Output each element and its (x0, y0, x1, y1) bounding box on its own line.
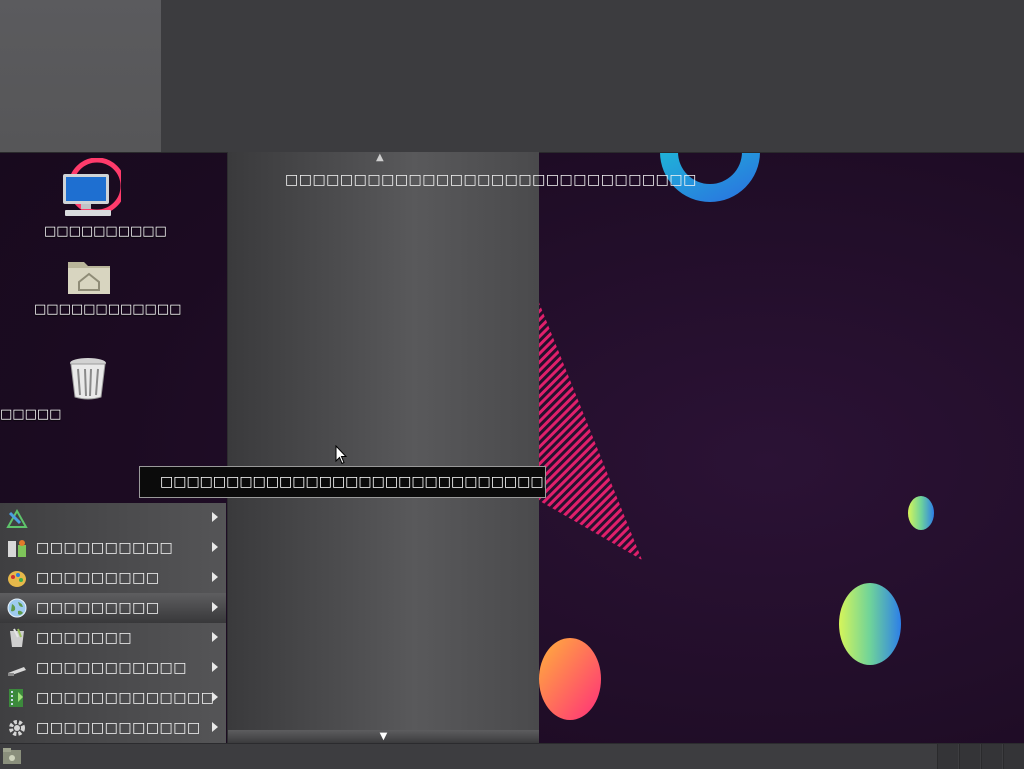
system-tools-icon (6, 717, 28, 739)
desktop-icon-computer[interactable]: □□□□□□□□□□ (44, 157, 167, 239)
submenu-arrow-icon (212, 662, 218, 672)
submenu-panel: ▲ □□□□□□□□□□□□□□□□□□□□□□□□□□□□□□ ▼ (227, 152, 696, 743)
menu-item-label: □□□□□□□□□□□ (36, 660, 188, 676)
desktop-icon-label: □□□□□□□□□□ (44, 224, 167, 239)
submenu-arrow-icon (212, 602, 218, 612)
menu-item-label: □□□□□□□□□□□□□ (36, 690, 215, 706)
menu-item-system-tools[interactable]: □□□□□□□□□□□□ (0, 713, 226, 743)
menu-item-office[interactable]: □□□□□□□ (0, 623, 226, 653)
graphics-icon (6, 567, 28, 589)
application-menu: □□□□□□□□□□ □□□□□□□□□ □□□□□□□□□ □□□□□□□ □… (0, 503, 226, 743)
scroll-down-arrow[interactable]: ▼ (228, 730, 539, 743)
submenu-arrow-icon (212, 692, 218, 702)
internet-icon (6, 597, 28, 619)
desktop-icon-label: □□□□□□□□□□□□ (34, 302, 182, 317)
menu-item-accessories[interactable] (0, 503, 226, 533)
menu-item-sound-video[interactable]: □□□□□□□□□□□□□ (0, 683, 226, 713)
desktop-icon-home[interactable]: □□□□□□□□□□□□ (34, 256, 182, 317)
menu-item-education[interactable]: □□□□□□□□□□ (0, 533, 226, 563)
menu-item-label: □□□□□□□□□ (36, 600, 160, 616)
submenu-item[interactable]: □□□□□□□□□□□□□□□□□□□□□□□□□□□□□□ (285, 172, 697, 188)
tooltip: □□□□□□□□□□□□□□□□□□□□□□□□□□□□□□□□□□□□□□□□… (139, 466, 546, 498)
menu-item-label: □□□□□□□□□□□□ (36, 720, 201, 736)
top-panel (0, 0, 1024, 153)
menu-item-programming[interactable]: □□□□□□□□□□□ (0, 653, 226, 683)
top-panel-left-area (0, 0, 161, 152)
tray-slot[interactable] (959, 744, 980, 769)
mouse-cursor-icon (335, 445, 347, 465)
submenu-arrow-icon (212, 542, 218, 552)
programming-icon (6, 657, 28, 679)
education-icon (6, 537, 28, 559)
office-icon (6, 627, 28, 649)
menu-item-internet[interactable]: □□□□□□□□□ (0, 593, 226, 623)
tray-slot[interactable] (1003, 744, 1024, 769)
menu-item-label: □□□□□□□ (36, 630, 133, 646)
menu-item-label: □□□□□□□□□□ (36, 540, 174, 556)
menu-item-graphics[interactable]: □□□□□□□□□ (0, 563, 226, 593)
submenu-arrow-icon (212, 512, 218, 522)
desktop-icon-label: □□□□□ (0, 407, 62, 422)
sound-video-icon (6, 687, 28, 709)
accessories-icon (6, 507, 28, 529)
computer-icon (63, 157, 126, 216)
trash-icon (70, 358, 106, 400)
submenu-arrow-icon (212, 722, 218, 732)
submenu-arrow-icon (212, 632, 218, 642)
tray-slot[interactable] (981, 744, 1002, 769)
menu-item-label: □□□□□□□□□ (36, 570, 160, 586)
menu-launcher-icon[interactable] (2, 747, 22, 765)
bottom-panel (0, 743, 1024, 769)
tray-slot[interactable] (937, 744, 958, 769)
home-folder-icon (68, 262, 110, 294)
submenu-arrow-icon (212, 572, 218, 582)
scroll-up-arrow[interactable]: ▲ (376, 152, 384, 163)
desktop-icon-trash[interactable]: □□□□□ (0, 355, 110, 422)
